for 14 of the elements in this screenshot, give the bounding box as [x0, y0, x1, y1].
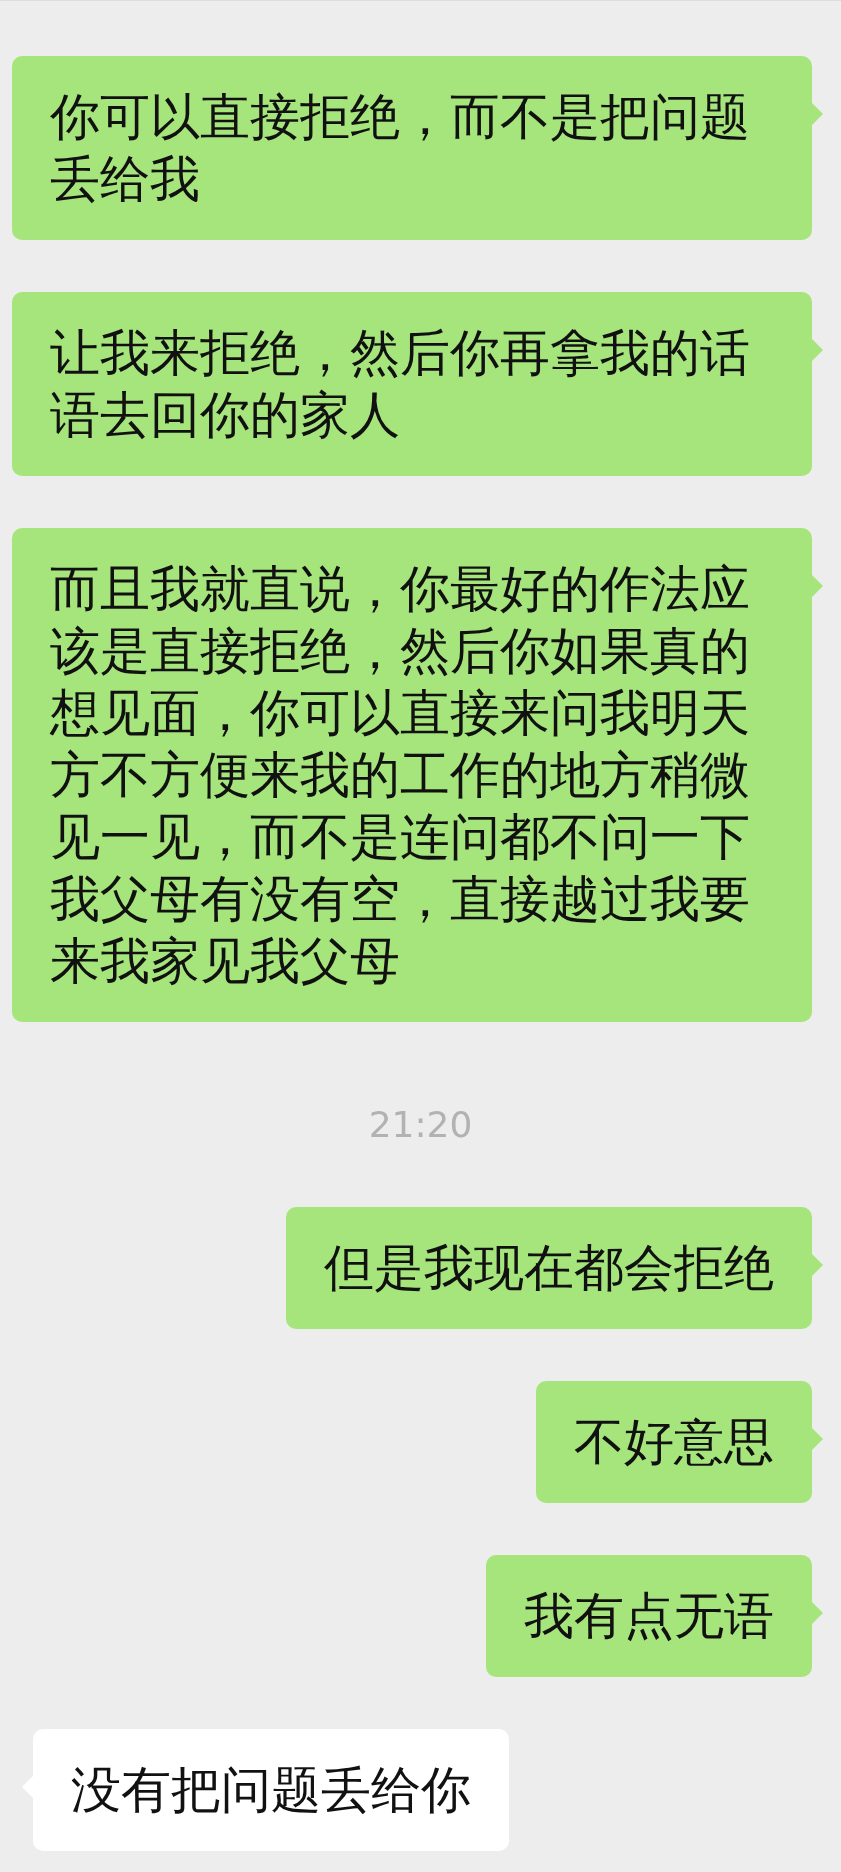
sent-message-bubble: 你可以直接拒绝，而不是把问题丢给我	[12, 56, 812, 240]
bubble-tail-icon	[811, 102, 823, 126]
bubble-tail-icon	[811, 338, 823, 362]
bubble-tail-icon	[811, 1253, 823, 1277]
sent-message-bubble: 不好意思	[536, 1381, 812, 1503]
sent-message-bubble: 让我来拒绝，然后你再拿我的话语去回你的家人	[12, 292, 812, 476]
message-timestamp: 21:20	[368, 1102, 473, 1147]
sent-message-bubble: 但是我现在都会拒绝	[286, 1207, 812, 1329]
received-message-bubble: 没有把问题丢给你	[33, 1729, 509, 1851]
bubble-tail-icon	[811, 1601, 823, 1625]
sent-message-bubble: 我有点无语	[486, 1555, 812, 1677]
bubble-tail-icon	[811, 574, 823, 598]
bubble-tail-icon	[811, 1427, 823, 1451]
sent-message-bubble: 而且我就直说，你最好的作法应该是直接拒绝，然后你如果真的想见面，你可以直接来问我明天方不方便来我的工作的地方稍微见一见，而不是连问都不问一下我父母有没有空，直接越过我要来我家见我父母	[12, 528, 812, 1022]
